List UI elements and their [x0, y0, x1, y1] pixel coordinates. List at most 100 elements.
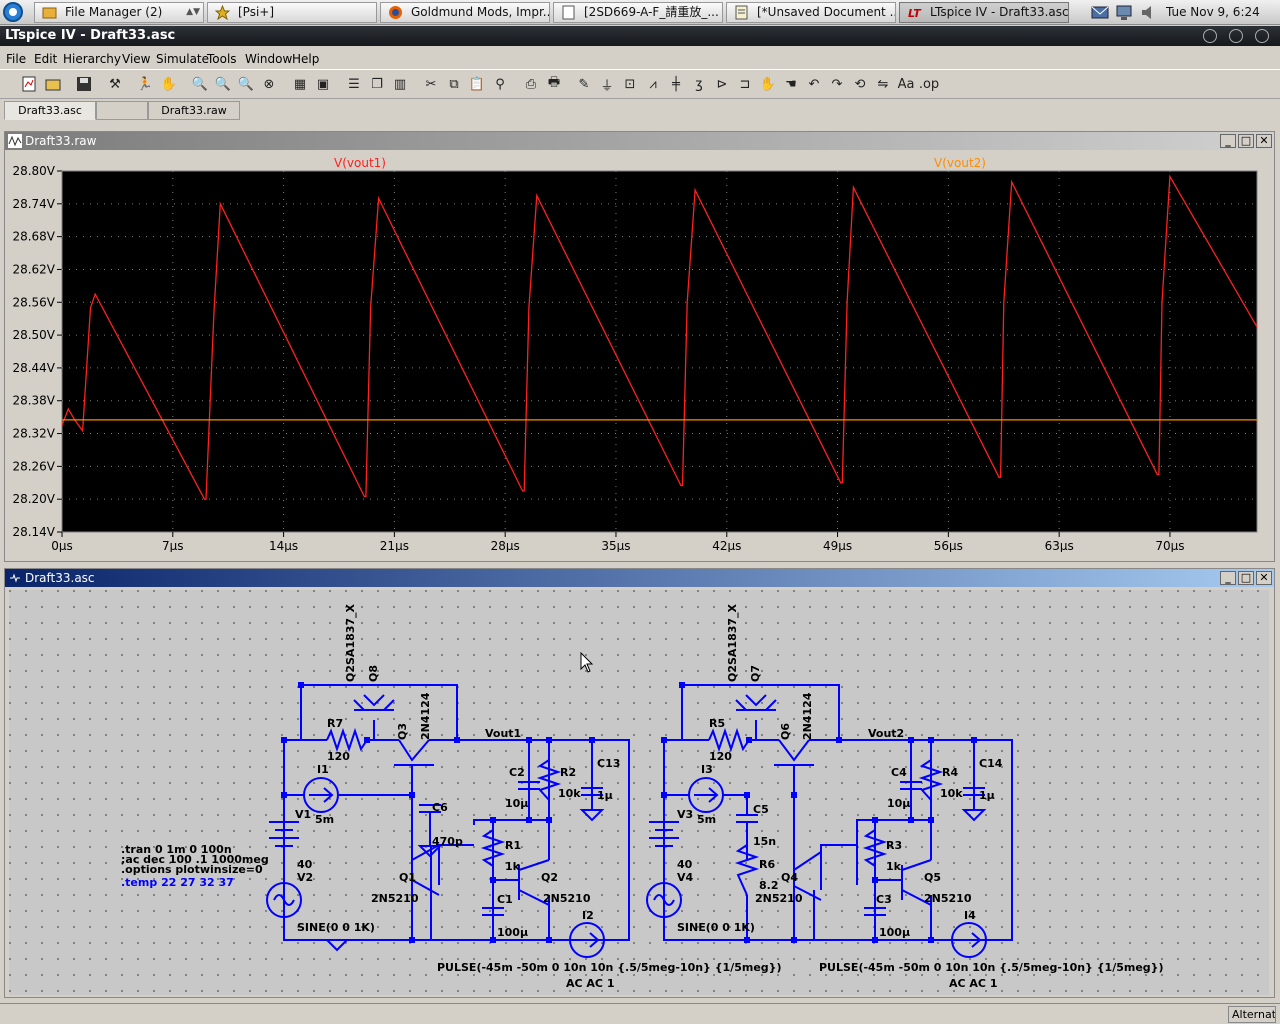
clock[interactable]: Tue Nov 9, 6:24 AM [1166, 0, 1280, 43]
window-title: LTspice IV - Draft33.asc [5, 28, 176, 43]
close-button[interactable] [1255, 29, 1269, 43]
task-ltspice[interactable]: LT LTspice IV - Draft33.asc [899, 2, 1069, 23]
plot-minimize-button[interactable]: _ [1220, 134, 1236, 148]
tab-draft33-raw[interactable]: Draft33.raw [148, 101, 240, 120]
ground-icon[interactable]: ⏚ [597, 74, 617, 94]
task-firefox[interactable]: Goldmund Mods, Impr... [380, 2, 550, 23]
zoom-in-icon[interactable]: 🔍 [190, 74, 210, 94]
waveform-window: Draft33.raw _ □ ✕ 28.80V 28.74V 28.68V 28.6… [4, 131, 1275, 562]
schematic-canvas[interactable]: Q2SA1837_X Q8 R7 120 Q3 2N4124 Vout1 I1 … [9, 590, 1269, 995]
run-icon[interactable]: 🏃 [135, 74, 155, 94]
schematic-close-button[interactable]: ✕ [1256, 571, 1272, 585]
y-tick-label: 28.14V [12, 525, 55, 539]
tile-horizontal-icon[interactable]: ☰ [344, 74, 364, 94]
volume-tray-icon[interactable] [1140, 4, 1158, 21]
spice-directive-icon[interactable]: .op [919, 74, 939, 94]
find-icon[interactable]: ⚲ [490, 74, 510, 94]
paste-icon[interactable]: 📋 [467, 74, 487, 94]
zoom-out-icon[interactable]: 🔍 [236, 74, 256, 94]
copy-icon[interactable]: ⧉ [444, 74, 464, 94]
q2-ref-label: Q2 [541, 871, 558, 884]
print-setup-icon[interactable]: ⎙ [521, 74, 541, 94]
menu-view[interactable]: View [122, 52, 150, 66]
c6-value-label: 470p [432, 835, 463, 848]
minimize-button[interactable] [1203, 29, 1217, 43]
schematic-maximize-button[interactable]: □ [1238, 571, 1254, 585]
halt-icon[interactable]: ✋ [159, 74, 179, 94]
menu-simulate[interactable]: Simulate [156, 52, 209, 66]
waveform-plot[interactable]: 28.80V 28.74V 28.68V 28.62V 28.56V 28.50V 28.4… [10, 157, 1260, 552]
menu-file[interactable]: File [6, 52, 26, 66]
task-text-editor[interactable]: [*Unsaved Document ... [726, 2, 896, 23]
status-bar: Alternat [0, 1003, 1280, 1024]
component-icon[interactable]: ⊐ [735, 74, 755, 94]
menu-hierarchy[interactable]: Hierarchy [63, 52, 121, 66]
r2-ref-label: R2 [560, 766, 576, 779]
schematic-window-title: Draft33.asc [25, 571, 95, 585]
schematic-window-titlebar[interactable]: Draft33.asc _ □ ✕ [5, 569, 1274, 587]
zoom-full-icon[interactable]: 🔍 [213, 74, 233, 94]
autorange-icon[interactable]: ▦ [290, 74, 310, 94]
c5-value-label: 15n [753, 835, 776, 848]
inductor-icon[interactable]: ʒ [689, 74, 709, 94]
v2-value-label: SINE(0 0 1K) [297, 921, 375, 934]
plot-maximize-button[interactable]: □ [1238, 134, 1254, 148]
label-net-icon[interactable]: ⊡ [620, 74, 640, 94]
task-document-viewer[interactable]: [2SD669-A-F_請重放_... [553, 2, 723, 23]
mark-unref-icon[interactable]: ▣ [313, 74, 333, 94]
waveform-window-titlebar[interactable]: Draft33.raw _ □ ✕ [5, 132, 1274, 150]
options-directive[interactable]: .options plotwinsize=0 [121, 863, 263, 876]
diode-icon[interactable]: ⊳ [712, 74, 732, 94]
task-psi[interactable]: [Psi+] [207, 2, 377, 23]
menu-window[interactable]: Window [245, 52, 292, 66]
vout2-net-label: Vout2 [868, 727, 904, 740]
y-tick-label: 28.74V [12, 197, 55, 211]
redo-icon[interactable]: ↷ [827, 74, 847, 94]
v1-ref-label: V1 [295, 808, 311, 821]
rotate-icon[interactable]: ⟲ [850, 74, 870, 94]
r4-ref-label: R4 [942, 766, 958, 779]
menu-edit[interactable]: Edit [34, 52, 57, 66]
x-tick-label: 70µs [1155, 539, 1184, 552]
draw-wire-icon[interactable]: ✎ [574, 74, 594, 94]
text-icon[interactable]: Aa [896, 74, 916, 94]
tab-draft33-asc[interactable]: Draft33.asc [4, 101, 96, 120]
task-file-manager[interactable]: File Manager (2) ▲▼ [34, 2, 204, 23]
tile-vertical-icon[interactable]: ▥ [390, 74, 410, 94]
open-icon[interactable] [43, 74, 63, 94]
plot-background [61, 170, 1258, 533]
schematic-minimize-button[interactable]: _ [1220, 571, 1236, 585]
q6-ref-label: Q6 [779, 723, 792, 740]
zoom-cancel-icon[interactable]: ⊗ [259, 74, 279, 94]
menu-tools[interactable]: Tools [207, 52, 237, 66]
move-icon[interactable]: ✋ [758, 74, 778, 94]
start-menu-icon[interactable] [2, 1, 24, 23]
capacitor-icon[interactable]: ╪ [666, 74, 686, 94]
plot-close-button[interactable]: ✕ [1256, 134, 1272, 148]
ltspice-icon: LT [908, 7, 922, 20]
mirror-icon[interactable]: ⇋ [873, 74, 893, 94]
resistor-icon[interactable]: ⩘ [643, 74, 663, 94]
save-icon[interactable] [74, 74, 94, 94]
temp-directive[interactable]: .temp 22 27 32 37 [121, 876, 234, 889]
y-tick-label: 28.68V [12, 230, 55, 244]
cascade-icon[interactable]: ❐ [367, 74, 387, 94]
mail-tray-icon[interactable] [1091, 4, 1109, 21]
waveform-window-title: Draft33.raw [25, 134, 97, 148]
r5-value-label: 120 [709, 750, 732, 763]
cut-icon[interactable]: ✂ [421, 74, 441, 94]
maximize-button[interactable] [1229, 29, 1243, 43]
v4-ref-label: V4 [677, 871, 694, 884]
print-icon[interactable]: 🖶 [544, 74, 564, 94]
network-tray-icon[interactable] [1115, 4, 1133, 21]
i4-pulse-label: PULSE(-45m -50m 0 10n 10n {.5/5meg-10n} … [819, 961, 1164, 974]
new-schematic-icon[interactable] [19, 74, 39, 94]
tab-blank[interactable] [96, 101, 148, 120]
menu-help[interactable]: Help [292, 52, 319, 66]
drag-icon[interactable]: ☚ [781, 74, 801, 94]
control-panel-icon[interactable]: ⚒ [105, 74, 125, 94]
undo-icon[interactable]: ↶ [804, 74, 824, 94]
window-titlebar[interactable]: LTspice IV - Draft33.asc [0, 26, 1280, 46]
toolbar: ⚒ 🏃 ✋ 🔍 🔍 🔍 ⊗ ▦ ▣ ☰ ❐ ▥ ✂ ⧉ 📋 ⚲ ⎙ 🖶 ✎ ⏚ … [0, 69, 1280, 99]
i3-value-label: 5m [697, 813, 716, 826]
